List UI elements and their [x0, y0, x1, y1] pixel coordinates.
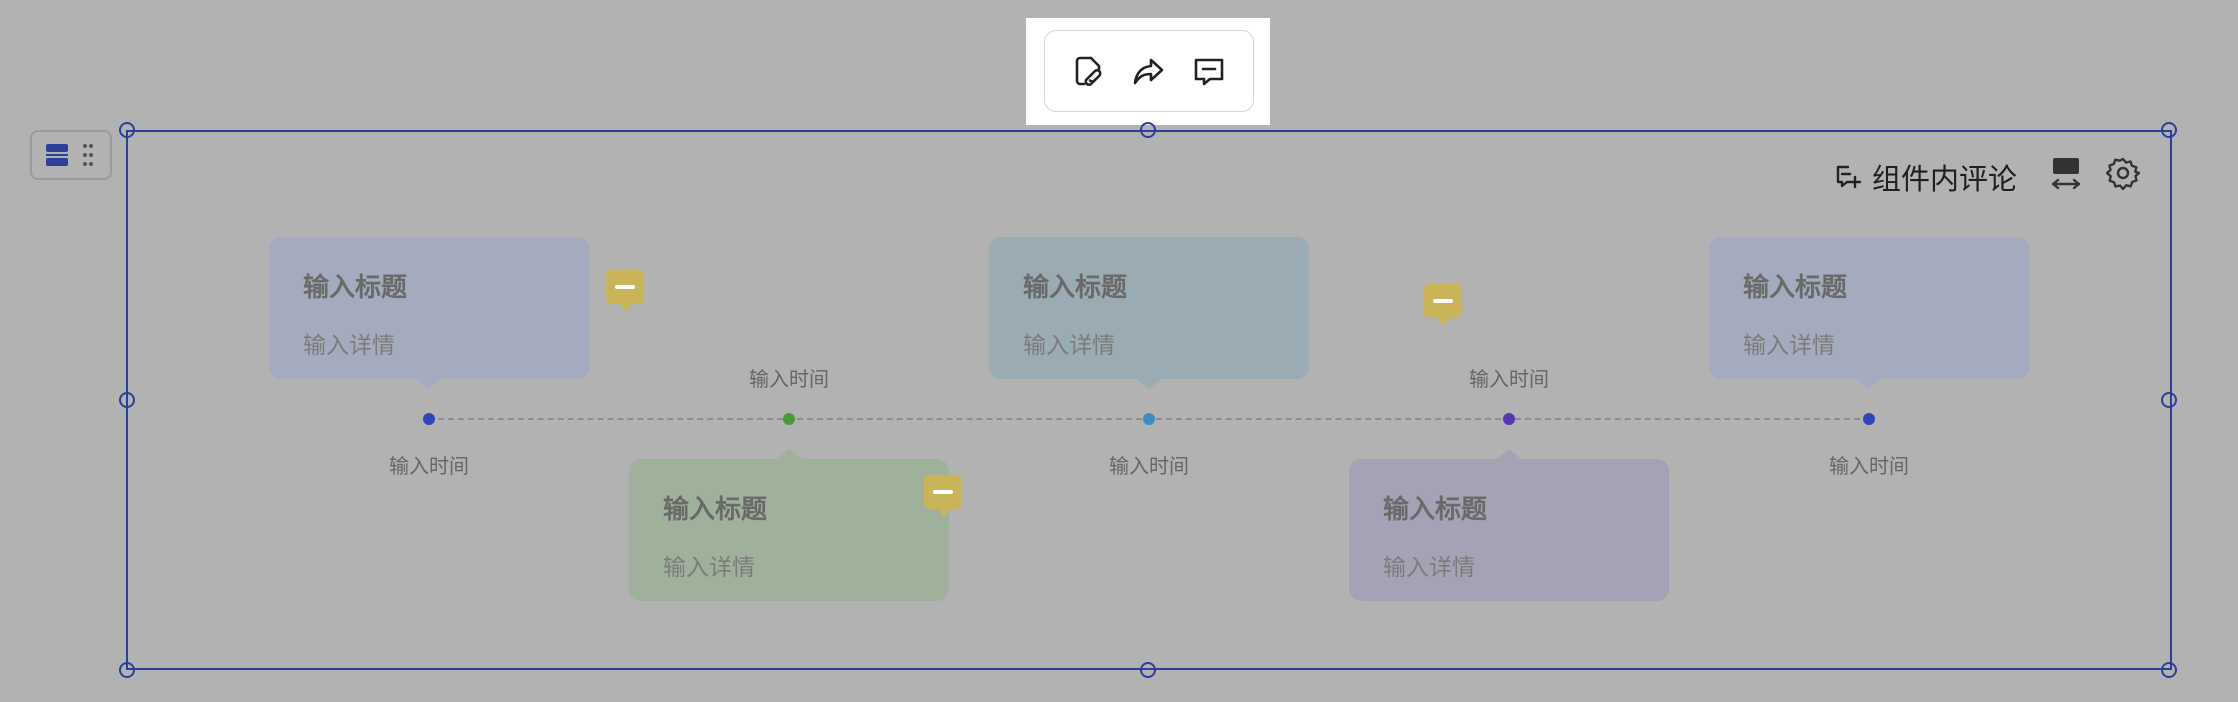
timeline-card[interactable]: 输入标题 输入详情: [1709, 237, 2029, 379]
card-title[interactable]: 输入标题: [1383, 489, 1635, 526]
share-icon: [1133, 58, 1164, 85]
share-button[interactable]: [1127, 49, 1171, 93]
time-label[interactable]: 输入时间: [1439, 363, 1579, 392]
card-detail[interactable]: 输入详情: [1023, 326, 1275, 360]
card-pointer: [1857, 379, 1881, 389]
timeline-dot[interactable]: [1503, 413, 1515, 425]
timeline-block-icon: [46, 144, 68, 166]
comment-icon: [1194, 58, 1224, 86]
resize-handle-top-right[interactable]: [2161, 122, 2177, 138]
floating-toolbar: [1044, 30, 1254, 112]
card-pointer: [1497, 449, 1521, 459]
width-toggle-button[interactable]: [2050, 156, 2082, 196]
comment-marker[interactable]: [1424, 284, 1462, 326]
card-pointer: [777, 449, 801, 459]
card-detail[interactable]: 输入详情: [303, 326, 555, 360]
timeline-dot[interactable]: [1863, 413, 1875, 425]
selection-frame: [126, 130, 2172, 670]
card-detail[interactable]: 输入详情: [663, 548, 915, 582]
comment-marker[interactable]: [606, 270, 644, 312]
timeline-card[interactable]: 输入标题 输入详情: [1349, 459, 1669, 601]
timeline-dot[interactable]: [1143, 413, 1155, 425]
comment-button[interactable]: [1187, 49, 1231, 93]
time-label[interactable]: 输入时间: [719, 363, 859, 392]
card-title[interactable]: 输入标题: [1743, 267, 1995, 304]
card-title[interactable]: 输入标题: [663, 489, 915, 526]
time-label[interactable]: 输入时间: [1799, 450, 1939, 479]
card-title[interactable]: 输入标题: [303, 267, 555, 304]
link-doc-button[interactable]: [1067, 49, 1111, 93]
card-detail[interactable]: 输入详情: [1743, 326, 1995, 360]
inline-comment-label: 组件内评论: [1872, 162, 2018, 196]
link-doc-icon: [1075, 56, 1102, 86]
comment-marker[interactable]: [924, 475, 962, 517]
expand-width-icon: [2051, 158, 2081, 190]
card-pointer: [1137, 379, 1161, 389]
gear-icon: [2105, 157, 2141, 191]
block-drag-handle[interactable]: [30, 130, 112, 180]
resize-handle-bottom-left[interactable]: [119, 662, 135, 678]
resize-handle-left[interactable]: [119, 392, 135, 408]
resize-handle-top-left[interactable]: [119, 122, 135, 138]
timeline-card[interactable]: 输入标题 输入详情: [629, 459, 949, 601]
card-pointer: [417, 379, 441, 389]
inline-comment-button[interactable]: 组件内评论: [1834, 156, 2017, 198]
resize-handle-bottom[interactable]: [1140, 662, 1156, 678]
timeline-card[interactable]: 输入标题 输入详情: [989, 237, 1309, 379]
timeline-dot[interactable]: [783, 413, 795, 425]
card-detail[interactable]: 输入详情: [1383, 548, 1635, 582]
time-label[interactable]: 输入时间: [1079, 450, 1219, 479]
add-comment-icon: [1836, 165, 1862, 189]
settings-button[interactable]: [2105, 156, 2141, 194]
card-title[interactable]: 输入标题: [1023, 267, 1275, 304]
drag-dots-icon: [83, 144, 93, 166]
resize-handle-bottom-right[interactable]: [2161, 662, 2177, 678]
timeline-dot[interactable]: [423, 413, 435, 425]
timeline-card[interactable]: 输入标题 输入详情: [269, 237, 589, 379]
resize-handle-top[interactable]: [1140, 122, 1156, 138]
time-label[interactable]: 输入时间: [359, 450, 499, 479]
resize-handle-right[interactable]: [2161, 392, 2177, 408]
